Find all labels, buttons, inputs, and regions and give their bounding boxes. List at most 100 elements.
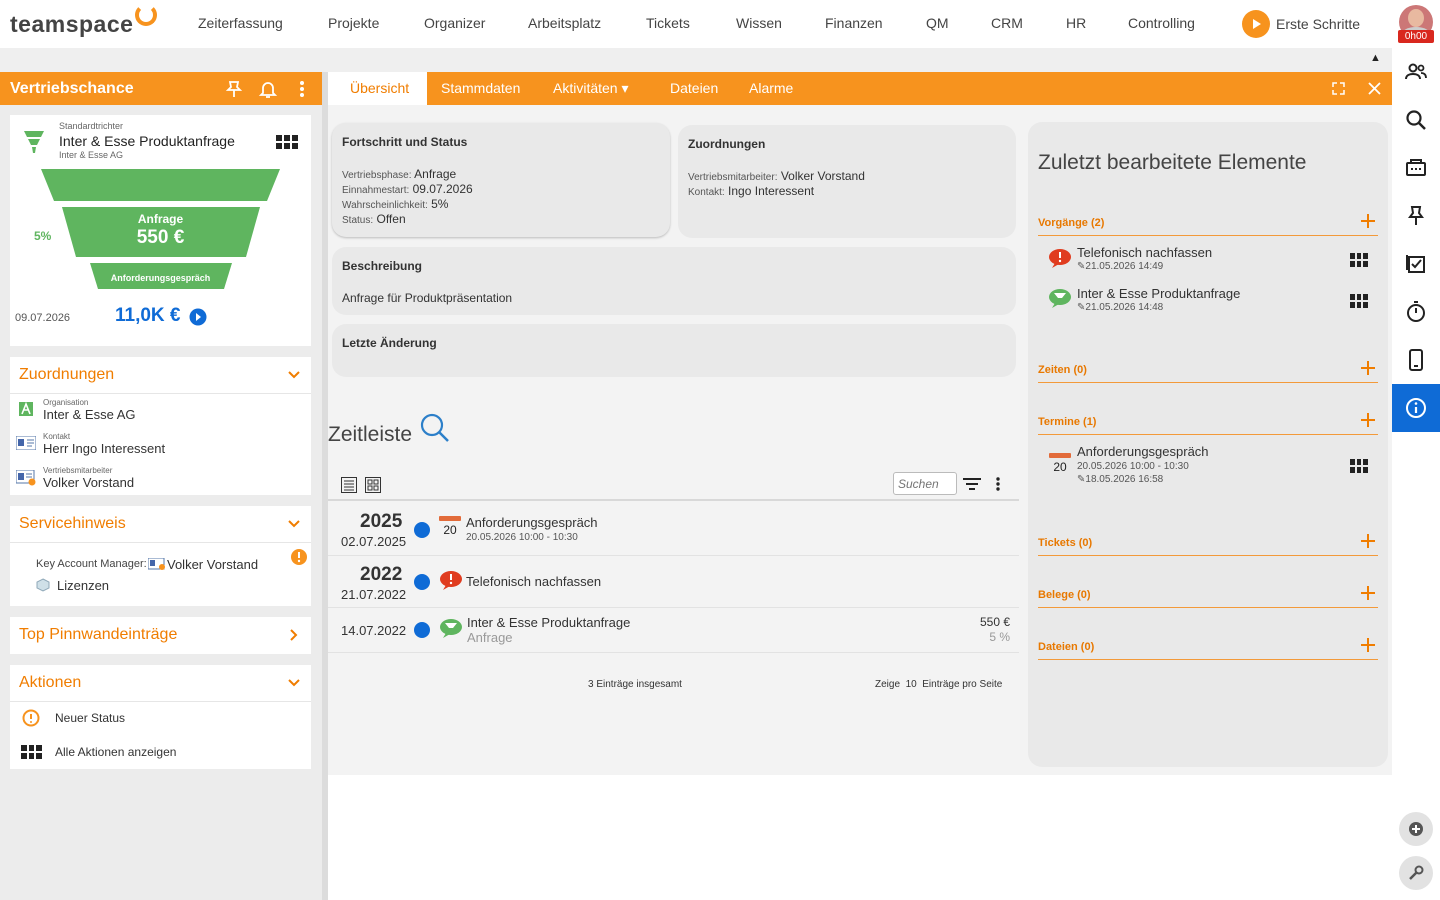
pinnwand-card[interactable]: Top Pinnwandeinträge (10, 617, 311, 654)
chevron-down-icon[interactable] (287, 368, 301, 382)
stopwatch-icon[interactable] (1392, 288, 1440, 336)
nav-arbeitsplatz[interactable]: Arbeitsplatz (528, 15, 601, 31)
add-datei-icon[interactable] (1360, 637, 1376, 653)
nav-qm[interactable]: QM (926, 15, 949, 31)
row-title[interactable]: Telefonisch nachfassen (466, 574, 601, 589)
search-icon[interactable] (1392, 96, 1440, 144)
kam-value[interactable]: Volker Vorstand (167, 557, 258, 572)
ma-value[interactable]: Volker Vorstand (781, 169, 865, 183)
grid-menu-icon[interactable] (1350, 459, 1368, 473)
collapse-up-icon[interactable]: ▲ (1370, 52, 1381, 64)
erste-schritte-button[interactable]: Erste Schritte (1242, 10, 1360, 38)
recent-item-title[interactable]: Inter & Esse Produktanfrage (1077, 286, 1240, 301)
neuer-status-action[interactable]: Neuer Status (55, 711, 125, 725)
nav-organizer[interactable]: Organizer (424, 15, 485, 31)
lizenzen-link[interactable]: Lizenzen (57, 578, 109, 593)
more-vertical-icon[interactable] (292, 79, 312, 99)
add-vorgang-icon[interactable] (1360, 213, 1376, 229)
funnel-bubble-icon (440, 619, 462, 638)
tab-dateien[interactable]: Dateien (652, 72, 736, 105)
opportunity-org: Inter & Esse AG (59, 150, 124, 160)
add-termin-icon[interactable] (1360, 412, 1376, 428)
tab-uebersicht[interactable]: Übersicht (332, 72, 428, 105)
timeline-row[interactable]: 14.07.2022 Inter & Esse Produktanfrage A… (328, 608, 1019, 653)
nav-crm[interactable]: CRM (991, 15, 1023, 31)
tab-stammdaten[interactable]: Stammdaten (423, 72, 538, 105)
add-ticket-icon[interactable] (1360, 533, 1376, 549)
play-circle-icon[interactable] (189, 308, 207, 326)
timeline-row[interactable]: 2022 21.07.2022 Telefonisch nachfassen (328, 556, 1019, 608)
funnel-next-stage[interactable]: Anforderungsgespräch (10, 273, 311, 283)
grid-menu-icon[interactable] (276, 135, 298, 149)
alle-aktionen-action[interactable]: Alle Aktionen anzeigen (55, 745, 176, 759)
close-icon[interactable] (1368, 82, 1381, 95)
timeline-search-input[interactable] (893, 472, 957, 495)
teamspace-logo[interactable]: teamspace (10, 4, 158, 38)
funnel-stage-label[interactable]: Anfrage (10, 212, 311, 226)
start-label: Einnahmestart: (342, 185, 410, 196)
termine-label[interactable]: Termine (1) (1038, 416, 1096, 428)
vorgaenge-label[interactable]: Vorgänge (2) (1038, 217, 1104, 229)
nav-finanzen[interactable]: Finanzen (825, 15, 883, 31)
wrench-icon[interactable] (1399, 856, 1433, 890)
chevron-down-icon[interactable] (287, 517, 301, 531)
nav-tickets[interactable]: Tickets (646, 15, 690, 31)
users-icon[interactable] (1392, 48, 1440, 96)
info-icon[interactable] (1392, 384, 1440, 432)
timeline-dot (414, 574, 430, 590)
list-view-icon[interactable] (341, 477, 357, 493)
tile-view-icon[interactable] (365, 477, 381, 493)
tab-alarme[interactable]: Alarme (731, 72, 811, 105)
kontakt-label: Kontakt (43, 432, 71, 441)
nav-hr[interactable]: HR (1066, 15, 1086, 31)
row-title[interactable]: Anforderungsgespräch (466, 515, 598, 530)
zuordnungen-title[interactable]: Zuordnungen (19, 366, 114, 384)
recent-item-title[interactable]: Telefonisch nachfassen (1077, 245, 1212, 260)
servicehinweis-title[interactable]: Servicehinweis (19, 515, 126, 533)
pin-icon[interactable] (224, 79, 244, 99)
per-page-select[interactable]: 10 (906, 679, 917, 690)
timer-badge[interactable]: 0h00 (1398, 30, 1434, 43)
timeline-row[interactable]: 2025 02.07.2025 20 Anforderungsgespräch … (328, 503, 1019, 556)
nav-projekte[interactable]: Projekte (328, 15, 379, 31)
zeitleiste-search-icon[interactable] (419, 412, 451, 444)
aktionen-title[interactable]: Aktionen (19, 674, 81, 692)
phase-value: Anfrage (414, 167, 457, 181)
organisation-value[interactable]: Inter & Esse AG (43, 407, 136, 422)
nav-controlling[interactable]: Controlling (1128, 15, 1195, 31)
tasks-icon[interactable] (1392, 240, 1440, 288)
grid-menu-icon[interactable] (1350, 253, 1368, 267)
row-title[interactable]: Inter & Esse Produktanfrage (467, 615, 630, 630)
chevron-down-icon[interactable] (287, 676, 301, 690)
bell-icon[interactable] (258, 79, 278, 99)
edit-time: 18.05.2026 16:58 (1085, 474, 1164, 485)
kontakt-value[interactable]: Herr Ingo Interessent (43, 441, 165, 456)
expand-icon[interactable] (1332, 82, 1345, 95)
add-beleg-icon[interactable] (1360, 585, 1376, 601)
filter-icon[interactable] (962, 476, 982, 492)
timeline-total: 3 Einträge insgesamt (588, 679, 682, 690)
aktionen-card: Aktionen Neuer Status Alle Aktionen anze… (10, 665, 311, 769)
recent-item-title[interactable]: Anforderungsgespräch (1077, 444, 1209, 459)
erste-schritte-label: Erste Schritte (1276, 16, 1361, 32)
add-zeit-icon[interactable] (1360, 360, 1376, 376)
nav-zeiterfassung[interactable]: Zeiterfassung (198, 15, 283, 31)
beschreibung-box: Beschreibung Anfrage für Produktpräsenta… (332, 247, 1016, 315)
grid-menu-icon[interactable] (1350, 294, 1368, 308)
mobile-icon[interactable] (1392, 336, 1440, 384)
belege-label[interactable]: Belege (0) (1038, 589, 1091, 601)
mitarbeiter-value[interactable]: Volker Vorstand (43, 475, 134, 490)
opportunity-name[interactable]: Inter & Esse Produktanfrage (59, 133, 235, 149)
pin-icon[interactable] (1392, 192, 1440, 240)
zeiten-label[interactable]: Zeiten (0) (1038, 364, 1087, 376)
tab-aktivitaeten[interactable]: Aktivitäten ▾ (535, 72, 647, 105)
kontakt-value[interactable]: Ingo Interessent (728, 184, 814, 198)
add-circle-icon[interactable] (1399, 812, 1433, 846)
more-vertical-icon[interactable] (994, 476, 1002, 492)
inbox-icon[interactable] (1392, 144, 1440, 192)
pinnwand-title[interactable]: Top Pinnwandeinträge (19, 626, 177, 644)
chevron-right-icon[interactable] (287, 628, 301, 642)
dateien-label[interactable]: Dateien (0) (1038, 641, 1094, 653)
tickets-label[interactable]: Tickets (0) (1038, 537, 1092, 549)
nav-wissen[interactable]: Wissen (736, 15, 782, 31)
